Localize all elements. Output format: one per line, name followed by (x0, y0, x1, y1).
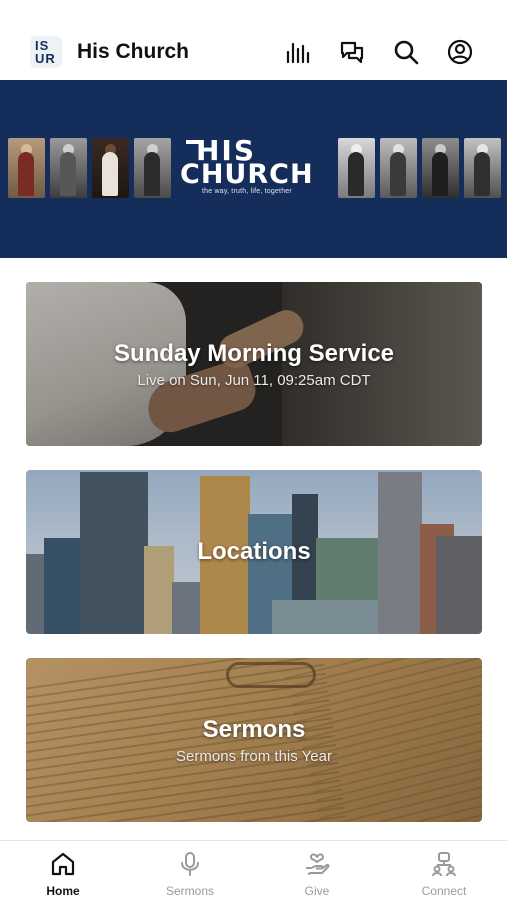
tab-connect[interactable]: Connect (381, 841, 507, 900)
banner-photo (422, 138, 459, 198)
bottom-tab-bar: Home Sermons Give Connect (0, 840, 507, 900)
banner-photo (464, 138, 501, 198)
church-banner: HIS CHURCH the way, truth, life, togethe… (0, 80, 507, 258)
tab-home[interactable]: Home (0, 841, 126, 900)
profile-icon[interactable] (446, 38, 474, 66)
banner-photo (92, 138, 129, 198)
logo-line-2: UR (35, 51, 56, 66)
chat-icon[interactable] (338, 38, 366, 66)
banner-logo: HIS CHURCH the way, truth, life, togethe… (180, 136, 330, 200)
card-title: Locations (197, 538, 311, 565)
banner-tagline: the way, truth, life, together (202, 188, 292, 195)
tab-give[interactable]: Give (254, 841, 380, 900)
card-title: Sermons (202, 716, 306, 743)
card-title: Sunday Morning Service (113, 340, 395, 367)
banner-photo (338, 138, 375, 198)
tab-label: Connect (421, 884, 467, 898)
connect-people-icon (432, 852, 456, 877)
stats-icon[interactable] (284, 38, 312, 66)
give-hand-heart-icon (306, 853, 330, 875)
card-subtitle: Live on Sun, Jun 11, 09:25am CDT (137, 372, 371, 389)
banner-logo-bottom: CHURCH (180, 159, 314, 190)
tab-label: Sermons (165, 884, 215, 898)
card-subtitle: Sermons from this Year (176, 748, 332, 765)
microphone-icon (181, 852, 199, 876)
banner-photo (50, 138, 87, 198)
tab-sermons[interactable]: Sermons (127, 841, 253, 900)
search-icon[interactable] (392, 38, 420, 66)
app-header: IS UR His Church (0, 0, 507, 80)
locations-card[interactable]: Locations (26, 470, 482, 634)
tab-label: Home (46, 884, 80, 898)
church-logo[interactable]: IS UR (30, 36, 62, 68)
app-title: His Church (77, 40, 190, 63)
home-icon (51, 852, 75, 876)
banner-photo (8, 138, 45, 198)
sermons-card[interactable]: Sermons Sermons from this Year (26, 658, 482, 822)
tab-label: Give (304, 884, 330, 898)
sunday-service-card[interactable]: Sunday Morning Service Live on Sun, Jun … (26, 282, 482, 446)
banner-photo (134, 138, 171, 198)
banner-photo (380, 138, 417, 198)
